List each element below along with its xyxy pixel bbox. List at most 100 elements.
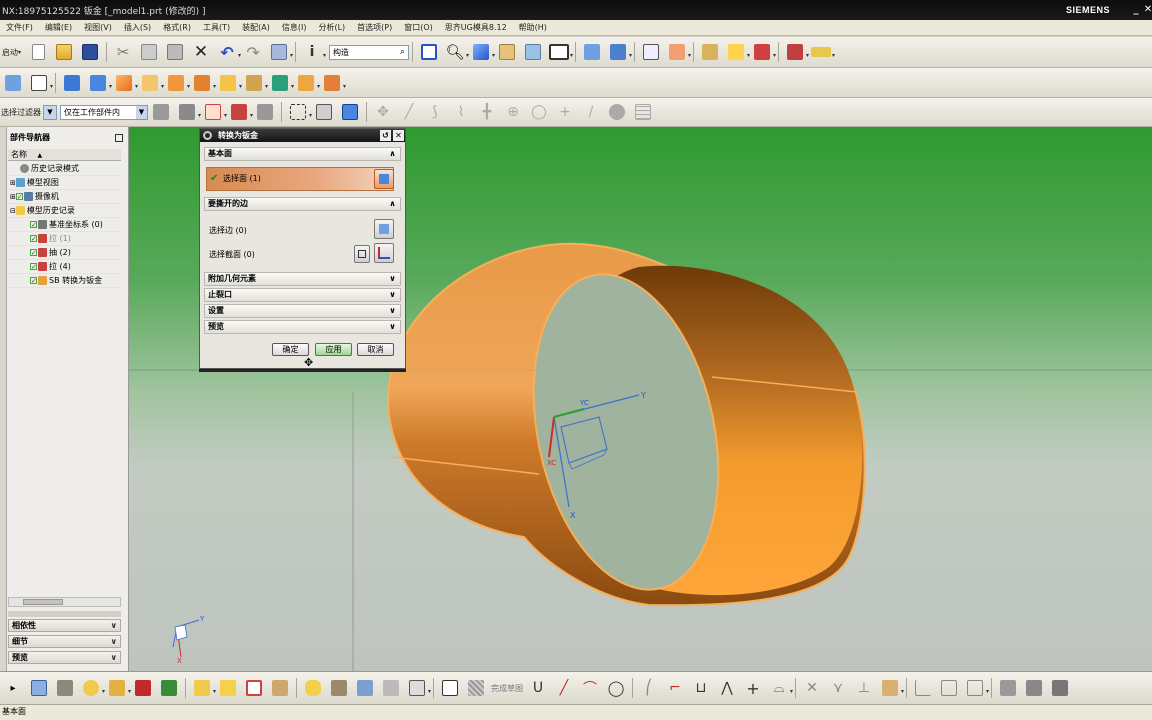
export-flat-button[interactable]: ▾	[321, 72, 346, 94]
section-view-button[interactable]	[581, 41, 603, 63]
navigator-splitter[interactable]	[8, 611, 121, 617]
menu-insert[interactable]: 插入(S)	[118, 22, 157, 33]
details-panel[interactable]: 细节 ∨	[8, 635, 121, 648]
menu-format[interactable]: 格式(R)	[157, 22, 197, 33]
orient-view-button[interactable]	[496, 41, 518, 63]
snap-point-button[interactable]: ▾	[202, 101, 227, 123]
minimize-icon[interactable]: _	[1130, 4, 1142, 16]
corner-trim-button[interactable]: ⊥	[853, 677, 875, 699]
explode-button[interactable]	[217, 677, 239, 699]
spline-snap-button[interactable]: ⌇	[450, 101, 472, 123]
face-select-tool-button[interactable]	[374, 169, 394, 189]
background-button[interactable]: ▾	[548, 41, 573, 63]
measure-button[interactable]: ▾	[725, 41, 750, 63]
menu-window[interactable]: 窗口(O)	[398, 22, 439, 33]
arc-snap-button[interactable]: ⟆	[424, 101, 446, 123]
menu-mold-plugin[interactable]: 思齐UG模具8.12	[439, 22, 513, 33]
profile-button[interactable]: ᑌ	[527, 677, 549, 699]
bend-button[interactable]: ▾	[139, 72, 164, 94]
move-component-button[interactable]: ▾	[106, 677, 131, 699]
sequence-button[interactable]	[269, 677, 291, 699]
selection-filter-dropdown[interactable]: ▼	[43, 104, 57, 120]
line-button[interactable]: ╱	[553, 677, 575, 699]
intersection-snap-button[interactable]: ╋	[476, 101, 498, 123]
component-button[interactable]	[54, 677, 76, 699]
constraint-button[interactable]	[132, 677, 154, 699]
camera-button[interactable]	[522, 41, 544, 63]
menu-tools[interactable]: 工具(T)	[197, 22, 236, 33]
add-component-button[interactable]: ▾	[80, 677, 105, 699]
zoom-button[interactable]: 🔍︎ ▾	[444, 41, 469, 63]
section-base-face[interactable]: 基本面 ∧	[204, 147, 401, 161]
scrollbar-thumb[interactable]	[23, 599, 63, 605]
ruler-button[interactable]: ▾	[810, 41, 835, 63]
layer-button[interactable]	[640, 41, 662, 63]
flat-pattern-button[interactable]: ▾	[295, 72, 320, 94]
tree-item-cameras[interactable]: ⊞✓ 摄像机	[8, 190, 121, 204]
tools-button[interactable]	[997, 677, 1019, 699]
menu-view[interactable]: 视图(V)	[78, 22, 118, 33]
tree-item-model-history[interactable]: ⊟ 模型历史记录	[8, 204, 121, 218]
copy-button[interactable]	[138, 41, 160, 63]
point-snap-button[interactable]: +	[554, 101, 576, 123]
rectangle-button[interactable]: ⊔	[690, 677, 712, 699]
mirror-assembly-button[interactable]	[158, 677, 180, 699]
tangent-snap-button[interactable]: ∕	[580, 101, 602, 123]
corner-button[interactable]: ▾	[243, 72, 268, 94]
undo-button[interactable]: ↶ ▾	[216, 41, 241, 63]
menu-file[interactable]: 文件(F)	[0, 22, 39, 33]
part-button[interactable]	[2, 72, 24, 94]
wcs-button[interactable]: ▾	[666, 41, 691, 63]
fillet-button[interactable]: ⎛	[638, 677, 660, 699]
curve-rule-button[interactable]: ▾	[228, 101, 253, 123]
delete-button[interactable]: ✕	[190, 41, 212, 63]
box-feature-button[interactable]: ▾	[113, 72, 138, 94]
navigator-close-icon[interactable]	[115, 134, 123, 142]
menu-analysis[interactable]: 分析(L)	[312, 22, 351, 33]
line-snap-button[interactable]: ╱	[398, 101, 420, 123]
analysis-button[interactable]: ▾	[751, 41, 776, 63]
offset-curve-button[interactable]: ⌓ ▾	[768, 677, 793, 699]
menu-preferences[interactable]: 首选项(P)	[351, 22, 398, 33]
flange-button[interactable]: ▾	[87, 72, 112, 94]
clearance-button[interactable]	[243, 677, 265, 699]
trim-button[interactable]: ✕	[801, 677, 823, 699]
section-edges-to-rip[interactable]: 要撕开的边 ∧	[204, 197, 401, 211]
gears-button[interactable]	[254, 101, 276, 123]
wrench-button[interactable]	[1049, 677, 1071, 699]
hand-button[interactable]	[1023, 677, 1045, 699]
tree-item-shell-2[interactable]: ✓ 抽 (2)	[8, 246, 121, 260]
render-style-button[interactable]: ▾	[470, 41, 495, 63]
sketch-button[interactable]	[439, 677, 461, 699]
table-button[interactable]	[354, 677, 376, 699]
command-finder-button[interactable]: i ▾	[301, 41, 326, 63]
body-select-button[interactable]	[313, 101, 335, 123]
spring-button[interactable]	[302, 677, 324, 699]
dependencies-panel[interactable]: 相依性 ∨	[8, 619, 121, 632]
menu-edit[interactable]: 编辑(E)	[39, 22, 78, 33]
extend-button[interactable]: ⋎	[827, 677, 849, 699]
dimension-button[interactable]: ▾	[784, 41, 809, 63]
snap-tool-button[interactable]	[699, 41, 721, 63]
tree-item-convert-sheet-metal[interactable]: ✓ SB 转换为钣金	[8, 274, 121, 288]
unbend-button[interactable]: ▾	[191, 72, 216, 94]
fit-view-button[interactable]	[418, 41, 440, 63]
face-snap-button[interactable]	[606, 101, 628, 123]
section-settings[interactable]: 设置 ∨	[204, 304, 401, 318]
dialog-title-bar[interactable]: 转换为钣金 ↺ ✕	[200, 129, 405, 142]
ok-button[interactable]: 确定	[272, 343, 309, 356]
paste-button[interactable]	[164, 41, 186, 63]
section-preview[interactable]: 预览 ∨	[204, 320, 401, 334]
tree-item-model-views[interactable]: ⊞ 模型视图	[8, 176, 121, 190]
convert-button[interactable]: ▾	[269, 72, 294, 94]
select-all-button[interactable]	[150, 101, 172, 123]
cancel-button[interactable]: 取消	[357, 343, 394, 356]
face-select-button[interactable]	[339, 101, 361, 123]
close-icon[interactable]: ✕	[393, 130, 404, 141]
menu-info[interactable]: 信息(I)	[276, 22, 313, 33]
menu-help[interactable]: 帮助(H)	[513, 22, 553, 33]
edge-select-tool-button[interactable]	[374, 219, 394, 239]
orient-button[interactable]	[380, 677, 402, 699]
sketch-section-button[interactable]	[354, 245, 370, 263]
view-cube-button[interactable]: ▾	[406, 677, 431, 699]
